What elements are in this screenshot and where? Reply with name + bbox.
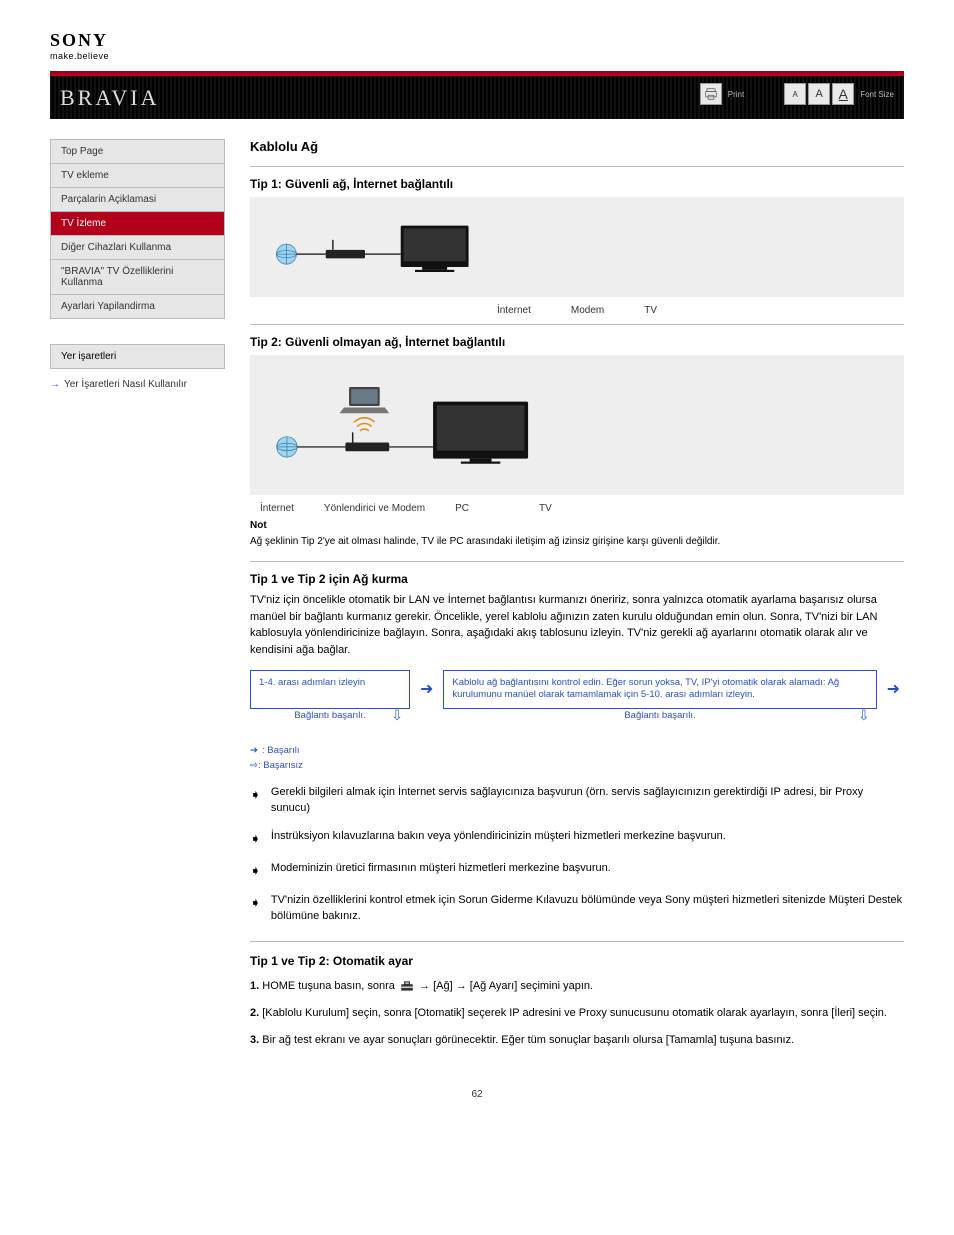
fontsize-small-button[interactable]: A <box>784 83 806 105</box>
nav-item-top[interactable]: Top Page <box>51 140 225 164</box>
nav-item-tvizleme[interactable]: TV İzleme <box>51 212 225 236</box>
logo-block: SONY make.believe <box>50 30 904 61</box>
flow-sub-1[interactable]: Bağlantı başarılı. <box>250 708 410 721</box>
arrow-right-icon: → <box>50 379 60 390</box>
step-3: 3. Bir ağ test ekranı ve ayar sonuçları … <box>250 1032 904 1049</box>
arrow-right-icon: ➜ <box>883 670 904 709</box>
print-button[interactable] <box>700 83 722 105</box>
type12-setup-title: Tip 1 ve Tip 2 için Ağ kurma <box>250 572 904 586</box>
nav-item-tvekleme[interactable]: TV ekleme <box>51 164 225 188</box>
step-2: 2. [Kablolu Kurulum] seçin, sonra [Otoma… <box>250 1005 904 1022</box>
type2-captions: İnternet Yönlendirici ve Modem PC TV <box>250 503 904 514</box>
page-title: Kablolu Ağ <box>250 139 904 154</box>
bullet-arrow-icon: ➧ <box>250 786 261 805</box>
divider <box>250 166 904 167</box>
nav-item-braviafeat[interactable]: "BRAVIA" TV Özelliklerini Kullanma <box>51 260 225 295</box>
nav-item-parcalar[interactable]: Parçalarin Açiklamasi <box>51 188 225 212</box>
divider <box>250 941 904 942</box>
type12-intro: TV'niz için öncelikle otomatik bir LAN v… <box>250 592 904 658</box>
print-icon <box>704 87 718 101</box>
auto-setup-title: Tip 1 ve Tip 2: Otomatik ayar <box>250 954 904 968</box>
flow-sub-2[interactable]: Bağlantı başarılı. <box>448 708 872 721</box>
print-label: Print <box>728 90 744 99</box>
product-brand: BRAVIA <box>60 85 160 111</box>
type2-title: Tip 2: Güvenli olmayan ağ, İnternet bağl… <box>250 335 904 349</box>
howto-bookmarks-link[interactable]: →Yer İşaretleri Nasıl Kullanılır <box>50 379 225 390</box>
note-body: Ağ şeklinin Tip 2'ye ait olması halinde,… <box>250 535 904 549</box>
page-number: 62 <box>50 1089 904 1100</box>
step-1: 1. HOME tuşuna basın, sonra → [Ağ] → [Ağ… <box>250 978 904 995</box>
nav-item-ayarlar[interactable]: Ayarlari Yapilandirma <box>51 295 225 319</box>
flow-legend: ➔: Başarılı ⇨: Başarısız <box>250 743 904 773</box>
type1-diagram <box>250 197 904 297</box>
follow-list: ➧Gerekli bilgileri almak için İnternet s… <box>250 785 904 924</box>
fontsize-medium-button[interactable]: A <box>808 83 830 105</box>
fontsize-label: Font Size <box>860 90 894 99</box>
top-banner: BRAVIA Print A A A Font Size <box>50 71 904 119</box>
toolbox-icon <box>400 980 414 992</box>
bullet-arrow-icon: ➧ <box>250 830 261 849</box>
flow-step-1[interactable]: 1-4. arası adımları izleyin ⇩ <box>250 670 410 709</box>
fontsize-large-button[interactable]: A <box>832 83 854 105</box>
logo-brand: SONY <box>50 30 904 51</box>
arrow-solid-icon: ➔ <box>250 745 258 756</box>
flowchart: 1-4. arası adımları izleyin ⇩ ➜ Kablolu … <box>250 670 904 925</box>
logo-tagline: make.believe <box>50 51 904 61</box>
type1-captions: İnternet Modem TV <box>250 305 904 316</box>
divider <box>250 561 904 562</box>
bookmarks-button[interactable]: Yer işaretleri <box>50 344 225 369</box>
bullet-arrow-icon: ➧ <box>250 862 261 881</box>
nav-item-digercihaz[interactable]: Diğer Cihazlari Kullanma <box>51 236 225 260</box>
divider <box>250 324 904 325</box>
flow-step-2[interactable]: Kablolu ağ bağlantısını kontrol edin. Eğ… <box>443 670 876 709</box>
arrow-hollow-icon: ⇨ <box>250 760 258 771</box>
left-nav: Top Page TV ekleme Parçalarin Açiklamasi… <box>50 139 225 319</box>
arrow-right-icon: ➜ <box>416 670 437 709</box>
bullet-arrow-icon: ➧ <box>250 894 261 913</box>
type2-diagram <box>250 355 904 495</box>
note-label: Not <box>250 520 904 531</box>
type1-title: Tip 1: Güvenli ağ, İnternet bağlantılı <box>250 177 904 191</box>
